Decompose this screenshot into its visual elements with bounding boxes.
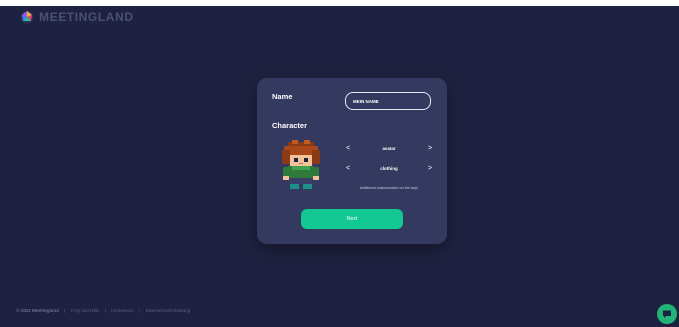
next-button[interactable]: Next — [301, 209, 403, 229]
top-bar — [0, 0, 679, 6]
footer-separator: | — [104, 308, 106, 313]
avatar-next-button[interactable]: > — [425, 145, 435, 152]
clothing-next-button[interactable]: > — [425, 165, 435, 172]
character-setup-card: Name Character — [257, 78, 447, 244]
avatar-selector: < avatar > — [343, 142, 435, 154]
footer-link-privacy[interactable]: Datenschutzerklärung — [146, 308, 191, 313]
footer-copyright: © 2021 Meetingland — [16, 308, 59, 313]
footer-link-faq[interactable]: FAQ und Hilfe — [71, 308, 100, 313]
clothing-selector: < clothing > — [343, 162, 435, 174]
chat-button[interactable] — [657, 304, 677, 324]
footer-separator: | — [64, 308, 66, 313]
brand-name: MEETINGLAND — [39, 10, 134, 24]
avatar-selector-label: avatar — [382, 145, 396, 151]
footer: © 2021 Meetingland | FAQ und Hilfe | Imp… — [16, 308, 190, 313]
name-input[interactable] — [345, 92, 431, 110]
clothing-selector-label: clothing — [380, 165, 398, 171]
avatar-preview — [282, 140, 320, 189]
clothing-prev-button[interactable]: < — [343, 165, 353, 172]
avatar-face — [290, 152, 312, 166]
meetingland-logo-icon — [20, 10, 34, 24]
footer-link-impressum[interactable]: Impressum — [111, 308, 134, 313]
name-label: Name — [272, 92, 293, 101]
brand-logo[interactable]: MEETINGLAND — [20, 10, 134, 24]
avatar-prev-button[interactable]: < — [343, 145, 353, 152]
chat-bubble-icon — [663, 310, 671, 318]
avatar-clothing — [283, 166, 319, 189]
customization-note: Additional customization on the way! — [359, 186, 419, 190]
footer-separator: | — [139, 308, 141, 313]
character-label: Character — [272, 121, 308, 130]
